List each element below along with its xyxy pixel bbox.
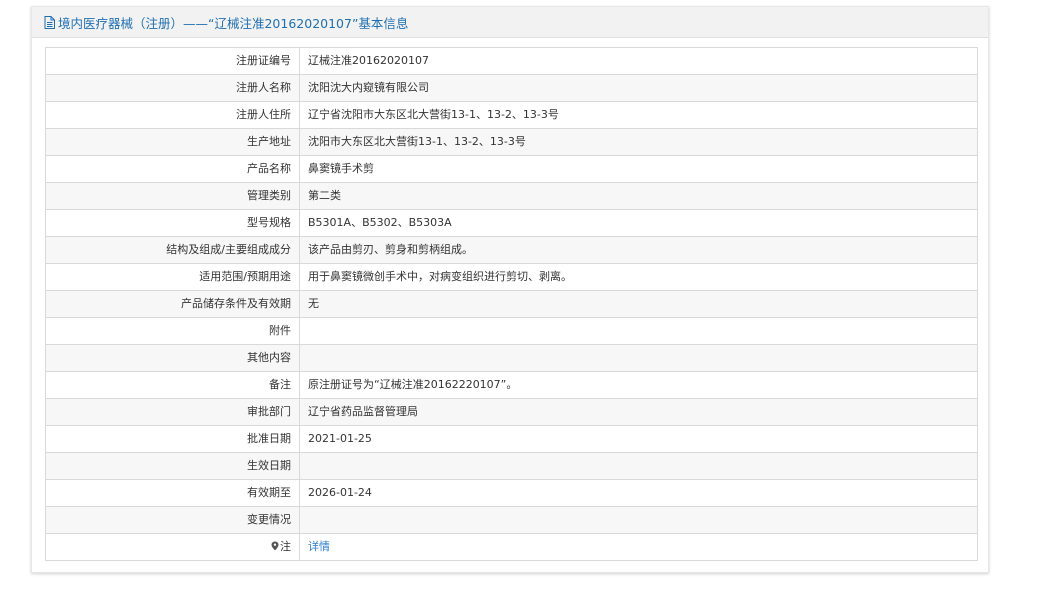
row-value: 2021-01-25 (299, 425, 978, 453)
table-row: 型号规格 B5301A、B5302、B5303A (45, 209, 978, 237)
row-value: 沈阳市大东区北大营街13-1、13-2、13-3号 (299, 128, 978, 156)
row-value (299, 317, 978, 345)
row-label: 生效日期 (45, 452, 300, 480)
row-label: 其他内容 (45, 344, 300, 372)
document-icon (44, 15, 55, 29)
info-panel: 境内医疗器械（注册）——“辽械注准20162020107”基本信息 注册证编号 … (31, 6, 989, 573)
panel-title: 境内医疗器械（注册）——“辽械注准20162020107”基本信息 (58, 15, 409, 31)
table-row: 适用范围/预期用途 用于鼻窦镜微创手术中，对病变组织进行剪切、剥离。 (45, 263, 978, 291)
table-row: 批准日期 2021-01-25 (45, 425, 978, 453)
row-value: 辽宁省药品监督管理局 (299, 398, 978, 426)
row-value: B5301A、B5302、B5303A (299, 209, 978, 237)
table-row: 产品储存条件及有效期 无 (45, 290, 978, 318)
row-label: 审批部门 (45, 398, 300, 426)
row-value: 第二类 (299, 182, 978, 210)
details-link[interactable]: 详情 (308, 540, 330, 553)
table-row: 变更情况 (45, 506, 978, 534)
row-label: 型号规格 (45, 209, 300, 237)
table-row: 生产地址 沈阳市大东区北大营街13-1、13-2、13-3号 (45, 128, 978, 156)
table-row: 注册人名称 沈阳沈大内窥镜有限公司 (45, 74, 978, 102)
note-label-text: 注 (280, 540, 291, 553)
row-label: 适用范围/预期用途 (45, 263, 300, 291)
table-row: 管理类别 第二类 (45, 182, 978, 210)
table-row: 有效期至 2026-01-24 (45, 479, 978, 507)
row-value: 用于鼻窦镜微创手术中，对病变组织进行剪切、剥离。 (299, 263, 978, 291)
row-value (299, 344, 978, 372)
row-label: 附件 (45, 317, 300, 345)
row-value: 2026-01-24 (299, 479, 978, 507)
table-row: 产品名称 鼻窦镜手术剪 (45, 155, 978, 183)
row-label: 管理类别 (45, 182, 300, 210)
row-value: 无 (299, 290, 978, 318)
map-pin-icon (271, 541, 279, 551)
row-label: 注册证编号 (45, 47, 300, 75)
row-label: 注册人名称 (45, 74, 300, 102)
row-value: 鼻窦镜手术剪 (299, 155, 978, 183)
row-value (299, 452, 978, 480)
note-label: 注 (45, 533, 300, 561)
panel-header: 境内医疗器械（注册）——“辽械注准20162020107”基本信息 (32, 7, 988, 38)
table-row: 审批部门 辽宁省药品监督管理局 (45, 398, 978, 426)
row-label: 生产地址 (45, 128, 300, 156)
row-label: 批准日期 (45, 425, 300, 453)
note-row: 注 详情 (45, 533, 978, 561)
row-label: 有效期至 (45, 479, 300, 507)
row-value: 沈阳沈大内窥镜有限公司 (299, 74, 978, 102)
row-value: 辽械注准20162020107 (299, 47, 978, 75)
table-row: 备注 原注册证号为“辽械注准20162220107”。 (45, 371, 978, 399)
table-row: 注册证编号 辽械注准20162020107 (45, 47, 978, 75)
row-value: 原注册证号为“辽械注准20162220107”。 (299, 371, 978, 399)
row-label: 产品名称 (45, 155, 300, 183)
row-label: 注册人住所 (45, 101, 300, 129)
row-label: 产品储存条件及有效期 (45, 290, 300, 318)
row-label: 结构及组成/主要组成成分 (45, 236, 300, 264)
table-row: 结构及组成/主要组成成分 该产品由剪刃、剪身和剪柄组成。 (45, 236, 978, 264)
table-row: 其他内容 (45, 344, 978, 372)
table-row: 注册人住所 辽宁省沈阳市大东区北大营街13-1、13-2、13-3号 (45, 101, 978, 129)
row-value: 辽宁省沈阳市大东区北大营街13-1、13-2、13-3号 (299, 101, 978, 129)
row-label: 备注 (45, 371, 300, 399)
table-row: 附件 (45, 317, 978, 345)
row-value (299, 506, 978, 534)
row-label: 变更情况 (45, 506, 300, 534)
row-value: 该产品由剪刃、剪身和剪柄组成。 (299, 236, 978, 264)
table-row: 生效日期 (45, 452, 978, 480)
note-value: 详情 (299, 533, 978, 561)
info-table: 注册证编号 辽械注准20162020107 注册人名称 沈阳沈大内窥镜有限公司 … (45, 47, 978, 561)
